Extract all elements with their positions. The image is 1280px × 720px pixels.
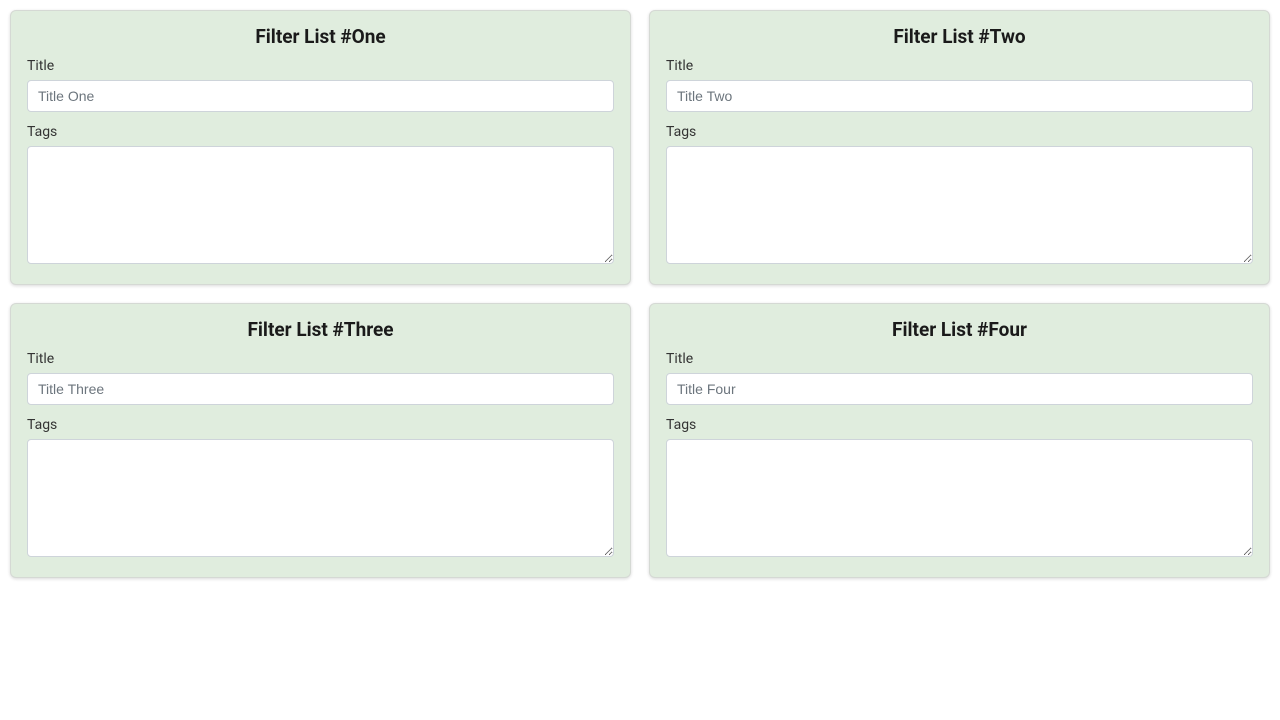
tags-input[interactable] (666, 439, 1253, 557)
tags-label: Tags (666, 417, 1253, 433)
tags-label: Tags (666, 124, 1253, 140)
title-input[interactable] (27, 373, 614, 405)
tags-input[interactable] (27, 439, 614, 557)
title-label: Title (666, 351, 1253, 367)
title-input[interactable] (27, 80, 614, 112)
tags-label: Tags (27, 417, 614, 433)
title-label: Title (27, 58, 614, 74)
card-heading: Filter List #Two (666, 25, 1253, 48)
card-heading: Filter List #One (27, 25, 614, 48)
title-label: Title (27, 351, 614, 367)
filter-cards-grid: Filter List #One Title Tags Filter List … (10, 10, 1270, 578)
filter-card-four: Filter List #Four Title Tags (649, 303, 1270, 578)
tags-label: Tags (27, 124, 614, 140)
filter-card-three: Filter List #Three Title Tags (10, 303, 631, 578)
title-input[interactable] (666, 373, 1253, 405)
title-input[interactable] (666, 80, 1253, 112)
card-heading: Filter List #Four (666, 318, 1253, 341)
tags-input[interactable] (666, 146, 1253, 264)
filter-card-two: Filter List #Two Title Tags (649, 10, 1270, 285)
tags-input[interactable] (27, 146, 614, 264)
title-label: Title (666, 58, 1253, 74)
card-heading: Filter List #Three (27, 318, 614, 341)
filter-card-one: Filter List #One Title Tags (10, 10, 631, 285)
